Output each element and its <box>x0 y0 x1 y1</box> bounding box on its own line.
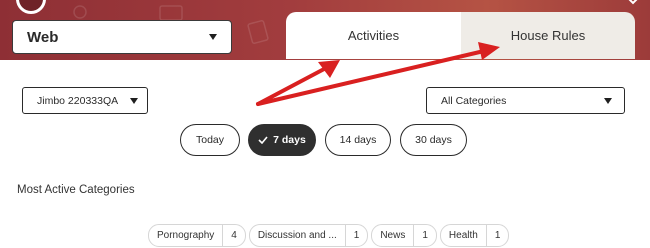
category-chip-list: Pornography 4 Discussion and ... 1 News … <box>148 224 510 247</box>
tab-bar: Activities House Rules <box>286 12 635 59</box>
category-filter-value: All Categories <box>441 94 507 107</box>
device-select[interactable]: Jimbo 220333QA <box>22 87 148 114</box>
category-chip-label: Health <box>448 230 478 241</box>
range-30-days-button[interactable]: 30 days <box>400 124 467 156</box>
range-7-days-button[interactable]: 7 days <box>248 124 316 156</box>
category-chip[interactable]: Health 1 <box>439 224 510 247</box>
category-chip[interactable]: Pornography 4 <box>148 224 246 247</box>
tab-house-rules[interactable]: House Rules <box>461 12 635 59</box>
range-30-days-label: 30 days <box>415 134 452 146</box>
category-chip-count: 4 <box>222 225 245 246</box>
caret-down-icon <box>130 97 138 104</box>
annotation-arrow-to-activities <box>256 66 328 106</box>
platform-select[interactable]: Web <box>12 20 232 54</box>
category-chip-count: 1 <box>485 225 509 246</box>
category-chip-label: News <box>380 230 406 241</box>
range-14-days-button[interactable]: 14 days <box>325 124 391 156</box>
range-14-days-label: 14 days <box>339 134 377 146</box>
chevron-down-icon[interactable] <box>626 0 640 6</box>
category-chip-label: Pornography <box>157 230 215 241</box>
tab-activities[interactable]: Activities <box>286 12 461 59</box>
section-title: Most Active Categories <box>17 184 135 196</box>
category-chip-count: 1 <box>344 225 368 246</box>
caret-down-icon <box>604 97 612 104</box>
caret-down-icon <box>209 34 217 40</box>
range-today-button[interactable]: Today <box>180 124 240 156</box>
device-select-value: Jimbo 220333QA <box>37 94 119 107</box>
category-filter-select[interactable]: All Categories <box>426 87 625 114</box>
tab-activities-label: Activities <box>347 28 400 43</box>
tab-house-rules-label: House Rules <box>510 28 586 43</box>
category-chip-count: 1 <box>413 225 436 246</box>
category-chip[interactable]: News 1 <box>371 224 437 247</box>
annotation-arrowhead <box>318 60 340 78</box>
check-icon <box>258 136 268 144</box>
range-today-label: Today <box>195 134 225 146</box>
category-chip-label: Discussion and ... <box>257 230 337 241</box>
platform-select-value: Web <box>27 28 59 46</box>
range-7-days-label: 7 days <box>273 134 306 146</box>
category-chip[interactable]: Discussion and ... 1 <box>248 224 369 247</box>
